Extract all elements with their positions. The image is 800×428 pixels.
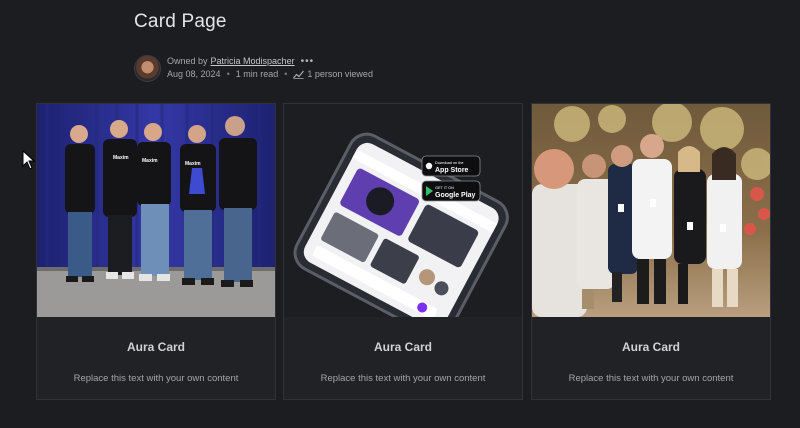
owner-link[interactable]: Patricia Modispacher	[211, 55, 295, 68]
card-body: Replace this text with your own content	[73, 373, 239, 384]
separator-dot: •	[284, 69, 288, 79]
meta-stats-row: Aug 08, 2024 • 1 min read • 1 person vie…	[167, 68, 373, 81]
page: Card Page Owned by Patricia Modispacher …	[0, 0, 800, 428]
svg-text:Maxim: Maxim	[185, 161, 201, 167]
meta-text: Owned by Patricia Modispacher ••• Aug 08…	[167, 55, 373, 81]
svg-text:Google Play: Google Play	[435, 192, 476, 199]
separator-dot: •	[226, 69, 230, 79]
card-body: Replace this text with your own content	[568, 373, 734, 384]
aura-card-2[interactable]: Download on the App Store GET IT ON Goog…	[283, 103, 523, 400]
svg-text:Download on the: Download on the	[435, 161, 464, 165]
svg-text:Maxim: Maxim	[113, 155, 129, 161]
svg-text:App Store: App Store	[435, 167, 469, 174]
page-views: 1 person viewed	[307, 69, 373, 79]
phone-app-mockup-image: Download on the App Store GET IT ON Goog…	[284, 104, 522, 317]
more-options-icon[interactable]: •••	[301, 55, 315, 68]
app-store-badge: Download on the App Store	[421, 155, 481, 177]
analytics-icon	[293, 70, 305, 79]
team-photo-image: Maxim Maxim Maxim	[37, 104, 275, 317]
meta-owner-row: Owned by Patricia Modispacher •••	[167, 55, 373, 68]
card-body: Replace this text with your own content	[320, 373, 486, 384]
owned-by-label: Owned by	[167, 56, 208, 66]
avatar[interactable]	[134, 54, 161, 82]
card-title: Aura Card	[126, 340, 185, 354]
page-date: Aug 08, 2024	[167, 69, 221, 79]
card-title: Aura Card	[621, 340, 680, 354]
google-play-badge: GET IT ON Google Play	[421, 180, 481, 202]
card-title: Aura Card	[373, 340, 432, 354]
read-time: 1 min read	[235, 69, 279, 79]
svg-text:GET IT ON: GET IT ON	[435, 186, 454, 190]
aura-card-1[interactable]: Maxim Maxim Maxim Aura Card Replace this…	[36, 103, 276, 400]
page-meta: Owned by Patricia Modispacher ••• Aug 08…	[134, 53, 373, 83]
aura-card-3[interactable]: Aura Card Replace this text with your ow…	[531, 103, 771, 400]
page-title: Card Page	[134, 11, 227, 32]
group-selfie-image	[532, 104, 770, 317]
mouse-cursor-icon	[22, 150, 36, 170]
svg-text:Maxim: Maxim	[142, 158, 158, 164]
